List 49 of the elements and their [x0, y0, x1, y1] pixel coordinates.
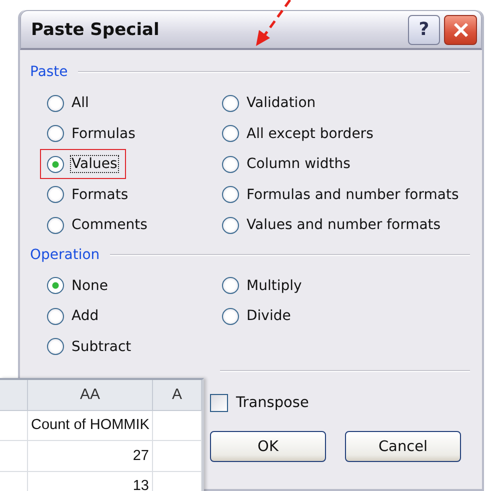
- radio-empty-icon[interactable]: [222, 308, 238, 325]
- radio-option[interactable]: All: [40, 88, 98, 118]
- radio-option[interactable]: Validation: [214, 88, 325, 118]
- radio-option[interactable]: Column widths: [214, 149, 360, 180]
- radio-selected-icon[interactable]: [46, 156, 64, 173]
- radio-empty-icon[interactable]: [46, 125, 64, 142]
- radio-empty-icon[interactable]: [222, 216, 238, 234]
- radio-option[interactable]: Comments: [40, 210, 156, 240]
- radio-empty-icon[interactable]: [46, 308, 64, 325]
- table-cell: 27: [28, 441, 153, 472]
- column-header: A: [153, 380, 202, 410]
- radio-option[interactable]: Formulas and number formats: [214, 180, 468, 210]
- radio-option[interactable]: Add: [40, 301, 108, 332]
- radio-option[interactable]: All except borders: [214, 118, 382, 149]
- radio-option[interactable]: Multiply: [214, 270, 311, 301]
- highlighted-radio-option[interactable]: Values: [40, 149, 126, 180]
- group-label: Operation: [30, 246, 100, 262]
- group-label: Paste: [30, 64, 68, 80]
- radio-empty-icon[interactable]: [222, 277, 238, 294]
- transpose-checkbox[interactable]: Transpose: [210, 394, 482, 412]
- cancel-button[interactable]: Cancel: [345, 431, 461, 462]
- table-cell: 13: [28, 472, 153, 491]
- radio-empty-icon[interactable]: [222, 156, 238, 173]
- radio-option[interactable]: None: [40, 270, 118, 301]
- window-title: Paste Special: [31, 20, 160, 40]
- column-header: [0, 380, 28, 410]
- radio-option[interactable]: Divide: [214, 301, 300, 332]
- close-icon: [452, 20, 470, 38]
- close-button[interactable]: [444, 14, 477, 44]
- ok-button[interactable]: OK: [210, 431, 326, 462]
- radio-empty-icon[interactable]: [46, 186, 64, 204]
- table-cell: Count of HOMMIK: [28, 410, 153, 441]
- radio-option[interactable]: Values and number formats: [214, 210, 450, 240]
- radio-empty-icon[interactable]: [46, 338, 64, 356]
- radio-option[interactable]: Formulas: [40, 118, 144, 149]
- radio-empty-icon[interactable]: [46, 94, 64, 112]
- table-cell: [0, 441, 28, 472]
- radio-option[interactable]: Subtract: [40, 332, 140, 362]
- table-cell: [0, 410, 28, 441]
- radio-empty-icon[interactable]: [222, 125, 238, 142]
- help-button[interactable]: ?: [408, 14, 440, 44]
- radio-option[interactable]: Formats: [40, 180, 138, 210]
- radio-empty-icon[interactable]: [222, 186, 238, 204]
- column-header: AA: [28, 380, 153, 410]
- radio-empty-icon[interactable]: [46, 216, 64, 234]
- radio-empty-icon[interactable]: [222, 94, 238, 112]
- radio-selected-icon[interactable]: [46, 277, 64, 294]
- table-cell: [153, 441, 202, 472]
- table-cell: [153, 410, 202, 441]
